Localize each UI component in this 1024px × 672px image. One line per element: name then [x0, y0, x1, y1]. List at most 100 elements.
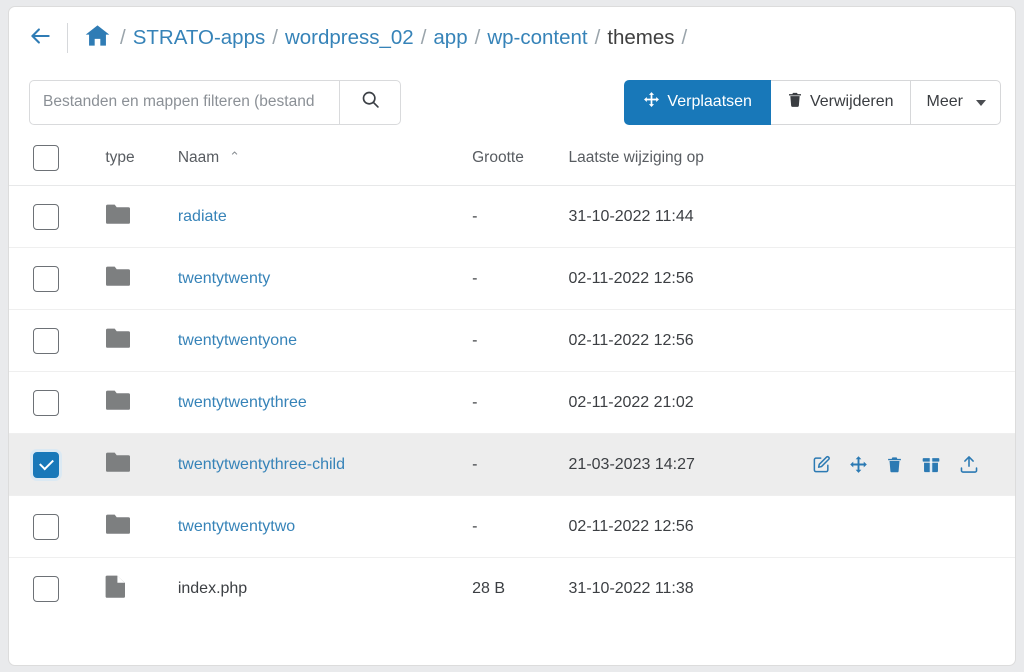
row-checkbox[interactable]	[33, 513, 59, 540]
row-name-cell: twentytwentythree	[177, 371, 473, 434]
row-modified: 21-03-2023 14:27	[568, 433, 812, 496]
row-select-cell	[9, 371, 106, 434]
row-type-cell	[105, 185, 178, 248]
row-name-cell: twentytwentyone	[177, 309, 473, 372]
row-name[interactable]: twentytwentyone	[178, 332, 297, 349]
table-row[interactable]: index.php 28 B 31-10-2022 11:38	[9, 558, 1015, 620]
select-all-checkbox[interactable]	[33, 145, 59, 171]
column-header-size[interactable]: Grootte	[472, 135, 569, 186]
folder-icon	[105, 514, 131, 539]
row-size: -	[472, 247, 569, 310]
filter-group	[29, 79, 401, 125]
search-input[interactable]	[29, 79, 339, 125]
row-size: -	[472, 495, 569, 558]
breadcrumb: / STRATO-apps / wordpress_02 / app / wp-…	[120, 26, 694, 50]
row-modified: 02-11-2022 12:56	[568, 247, 812, 310]
row-checkbox[interactable]	[33, 203, 59, 230]
row-size: -	[472, 433, 569, 496]
row-type-cell	[105, 558, 177, 620]
row-name-cell: twentytwentythree-child	[177, 433, 473, 496]
home-button[interactable]	[80, 21, 114, 55]
column-header-name-label: Naam	[177, 149, 220, 166]
more-button[interactable]: Meer	[910, 79, 1001, 125]
file-table: type Naam ⌃ Grootte Laatste wijziging op …	[9, 135, 1015, 619]
row-modified: 02-11-2022 21:02	[568, 371, 812, 434]
row-size: 28 B	[472, 579, 506, 597]
row-name-cell: twentytwenty	[177, 247, 473, 310]
row-actions-cell	[812, 247, 1015, 310]
table-row[interactable]: twentytwenty -02-11-2022 12:56	[9, 247, 1015, 310]
row-name[interactable]: twentytwentytwo	[178, 518, 295, 535]
search-button[interactable]	[339, 79, 401, 125]
row-checkbox[interactable]	[33, 265, 59, 292]
move-button-label: Verplaatsen	[667, 93, 752, 110]
row-modified: 31-10-2022 11:44	[568, 185, 812, 248]
row-name[interactable]: twentytwentythree	[178, 394, 307, 411]
column-header-name[interactable]: Naam ⌃	[177, 135, 473, 186]
row-actions-cell	[812, 433, 1015, 496]
row-action-archive[interactable]	[921, 455, 941, 474]
row-action-move-arrows[interactable]	[849, 455, 868, 474]
breadcrumb-item-strato-apps[interactable]: STRATO-apps	[133, 26, 266, 50]
row-name[interactable]: twentytwentythree-child	[178, 456, 345, 473]
row-checkbox[interactable]	[33, 389, 59, 416]
row-action-upload[interactable]	[959, 455, 979, 474]
back-button[interactable]	[23, 21, 57, 55]
breadcrumb-item-themes: themes	[607, 26, 675, 49]
table-row[interactable]: twentytwentythree-child -21-03-2023 14:27	[9, 433, 1015, 496]
row-size: -	[472, 371, 569, 434]
row-modified: 02-11-2022 12:56	[568, 495, 812, 558]
row-checkbox[interactable]	[33, 451, 59, 478]
row-select-cell	[9, 433, 106, 496]
row-type-cell	[105, 433, 178, 496]
folder-icon	[105, 390, 131, 415]
row-action-trash[interactable]	[886, 455, 903, 474]
breadcrumb-separator: /	[420, 26, 427, 49]
arrow-left-icon	[27, 23, 53, 54]
table-row[interactable]: twentytwentytwo -02-11-2022 12:56	[9, 495, 1015, 558]
row-select-cell	[9, 309, 106, 372]
table-row[interactable]: twentytwentythree -02-11-2022 21:02	[9, 371, 1015, 434]
search-icon	[360, 89, 381, 115]
sort-asc-icon: ⌃	[229, 149, 241, 164]
breadcrumb-separator: /	[474, 26, 481, 49]
trash-icon	[787, 91, 803, 113]
column-header-modified[interactable]: Laatste wijziging op	[568, 135, 812, 186]
row-size: -	[472, 309, 569, 372]
row-name[interactable]: twentytwenty	[178, 270, 270, 287]
home-icon	[84, 22, 111, 54]
column-header-actions	[812, 135, 1015, 186]
row-actions-cell	[812, 371, 1015, 434]
row-size: -	[472, 185, 569, 248]
row-name: index.php	[177, 579, 248, 597]
row-name[interactable]: radiate	[178, 208, 227, 225]
row-select-cell	[9, 247, 106, 310]
row-modified: 02-11-2022 12:56	[568, 309, 812, 372]
column-header-type[interactable]: type	[105, 135, 178, 186]
row-select-cell	[9, 185, 106, 248]
folder-icon	[105, 452, 131, 477]
bulk-actions: Verplaatsen Verwijderen Meer	[624, 79, 1001, 125]
row-type-cell	[105, 309, 178, 372]
file-icon	[105, 575, 127, 602]
select-all-header	[9, 135, 106, 186]
delete-button-label: Verwijderen	[809, 93, 894, 110]
row-action-edit[interactable]	[812, 455, 831, 474]
row-checkbox[interactable]	[33, 327, 59, 354]
breadcrumb-separator: /	[681, 26, 688, 49]
breadcrumb-bar: / STRATO-apps / wordpress_02 / app / wp-…	[9, 7, 1015, 69]
row-checkbox[interactable]	[33, 575, 59, 602]
row-actions-cell	[812, 185, 1015, 248]
table-row[interactable]: twentytwentyone -02-11-2022 12:56	[9, 309, 1015, 372]
row-actions-cell	[812, 495, 1015, 558]
table-row[interactable]: radiate -31-10-2022 11:44	[9, 185, 1015, 248]
move-button[interactable]: Verplaatsen	[624, 79, 771, 125]
breadcrumb-item-wp-content[interactable]: wp-content	[487, 26, 587, 50]
breadcrumb-item-app[interactable]: app	[433, 26, 467, 50]
breadcrumb-item-wordpress-02[interactable]: wordpress_02	[285, 26, 414, 50]
breadcrumb-separator: /	[120, 26, 126, 49]
delete-button[interactable]: Verwijderen	[770, 79, 911, 125]
file-manager-window: / STRATO-apps / wordpress_02 / app / wp-…	[8, 6, 1016, 666]
toolbar-divider	[67, 23, 68, 53]
folder-icon	[105, 204, 131, 229]
